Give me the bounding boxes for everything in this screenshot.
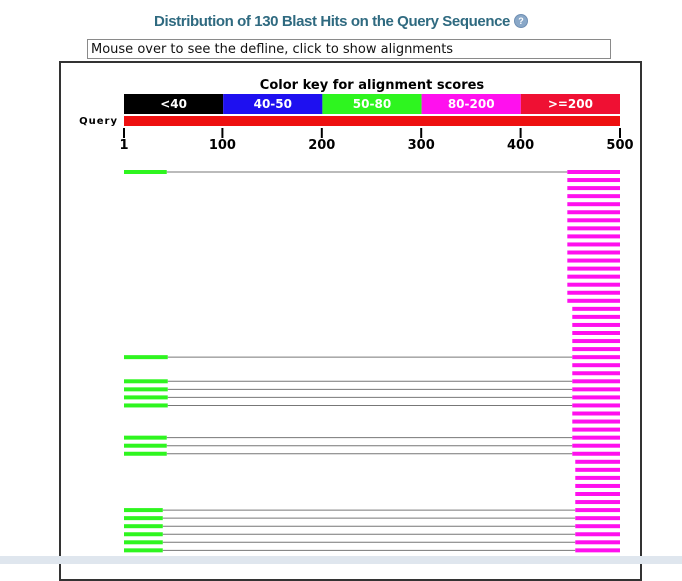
hit-segment-25-0 [572, 371, 620, 376]
color-key-label-4: >=200 [548, 97, 593, 111]
hit-segment-18-0 [572, 314, 620, 319]
hit-segment-0-1 [567, 170, 620, 174]
hit-segment-45-0 [124, 532, 163, 537]
hit-segment-43-0 [124, 516, 163, 521]
hit-segment-31-0 [572, 419, 620, 424]
hit-segment-35-0 [124, 451, 167, 456]
hit-segment-23-0 [124, 355, 168, 360]
hit-segment-16-0 [567, 298, 620, 303]
color-key-title: Color key for alignment scores [260, 78, 485, 93]
hit-segment-35-1 [572, 451, 620, 456]
hit-segment-8-0 [567, 234, 620, 239]
hit-segment-26-0 [124, 379, 168, 384]
hit-segment-34-1 [572, 443, 620, 448]
status-strip [0, 556, 682, 564]
hit-segment-27-1 [572, 387, 620, 392]
tick-label-4: 400 [507, 138, 534, 153]
hit-segment-5-0 [567, 210, 620, 215]
color-key-label-0: <40 [160, 97, 187, 111]
tick-label-2: 200 [308, 138, 335, 153]
hit-segment-19-0 [572, 322, 620, 327]
tick-label-3: 300 [408, 138, 435, 153]
hit-segment-43-1 [575, 516, 620, 521]
hit-segment-27-0 [124, 387, 168, 392]
alignment-graphic: Color key for alignment scores <40 40-50 50… [79, 78, 634, 553]
tick-label-1: 100 [209, 138, 236, 153]
hit-segment-7-0 [567, 226, 620, 231]
hit-segment-12-0 [567, 266, 620, 271]
hit-segment-3-0 [567, 194, 620, 199]
color-key-label-2: 50-80 [353, 97, 391, 111]
hit-segment-17-0 [572, 306, 620, 311]
hit-segment-30-0 [572, 411, 620, 416]
hit-segment-11-0 [567, 258, 620, 263]
hit-segment-36-0 [575, 459, 620, 464]
hit-segment-15-0 [567, 290, 620, 295]
hit-segment-14-0 [567, 282, 620, 287]
hit-segment-23-1 [572, 355, 620, 360]
hit-segment-9-0 [567, 242, 620, 247]
hit-segment-0-0 [124, 170, 167, 174]
hit-segment-28-1 [572, 395, 620, 400]
hit-segment-33-0 [124, 435, 167, 440]
query-label: Query [79, 116, 118, 127]
hit-segment-1-0 [567, 178, 620, 183]
hit-segment-2-0 [567, 186, 620, 191]
hit-segment-10-0 [567, 250, 620, 255]
hit-segment-41-0 [575, 500, 620, 505]
hit-segment-42-0 [124, 508, 163, 513]
hit-segment-46-1 [575, 540, 620, 545]
hit-segment-32-0 [572, 427, 620, 432]
hit-segment-47-1 [575, 548, 620, 553]
hit-segment-34-0 [124, 443, 167, 448]
hit-segment-45-1 [575, 532, 620, 537]
color-key-label-1: 40-50 [254, 97, 292, 111]
hit-segment-13-0 [567, 274, 620, 279]
tick-label-5: 500 [606, 138, 633, 153]
hit-segment-46-0 [124, 540, 163, 545]
query-bar [124, 116, 620, 126]
hit-segment-29-0 [124, 403, 168, 408]
hit-segment-38-0 [575, 475, 620, 480]
hit-segment-20-0 [572, 331, 620, 335]
hit-segment-21-0 [572, 339, 620, 344]
hit-segment-44-1 [575, 524, 620, 529]
color-key-label-3: 80-200 [448, 97, 495, 111]
hit-segment-37-0 [575, 467, 620, 472]
hit-segment-44-0 [124, 524, 163, 529]
hit-segment-33-1 [572, 435, 620, 440]
hit-segment-22-0 [572, 347, 620, 352]
hit-segment-24-0 [572, 363, 620, 368]
hit-segment-42-1 [575, 508, 620, 513]
hit-segment-40-0 [575, 492, 620, 496]
hit-segment-4-0 [567, 202, 620, 207]
hit-segment-29-1 [572, 403, 620, 408]
hit-segment-47-0 [124, 548, 163, 553]
hit-segment-26-1 [572, 379, 620, 384]
hit-segment-28-0 [124, 395, 168, 400]
hit-segment-39-0 [575, 483, 620, 488]
tick-label-0: 1 [119, 138, 128, 153]
hit-segment-6-0 [567, 218, 620, 223]
